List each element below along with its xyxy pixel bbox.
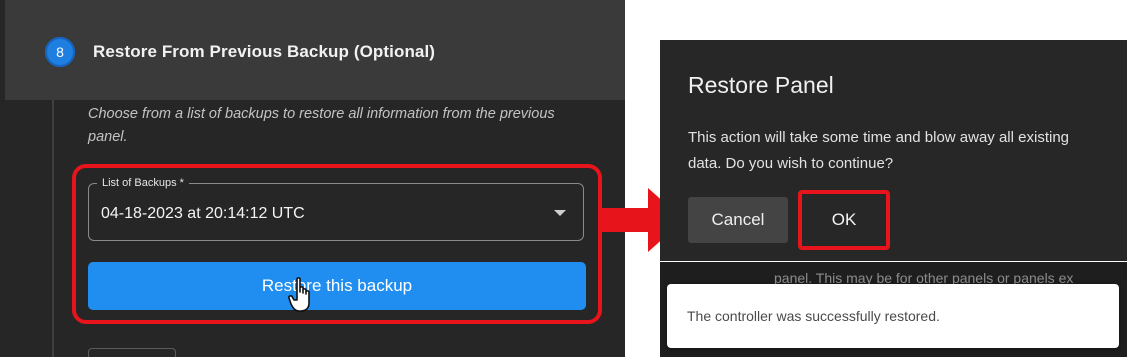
step-description: Choose from a list of backups to restore…	[88, 106, 555, 145]
dialog-title: Restore Panel	[688, 72, 834, 98]
ok-button-highlight	[798, 190, 890, 250]
dialog-message: This action will take some time and blow…	[688, 129, 1069, 172]
step-header[interactable]: 8 Restore From Previous Backup (Optional…	[5, 0, 625, 100]
step-title: Restore From Previous Backup (Optional)	[93, 42, 436, 61]
step-number-badge: 8	[45, 37, 75, 67]
select-and-restore-highlight	[72, 164, 602, 324]
restore-step-panel: 8 Restore From Previous Backup (Optional…	[0, 0, 625, 357]
cancel-button[interactable]: Cancel	[688, 197, 788, 243]
restore-panel-dialog: Restore Panel This action will take some…	[660, 40, 1127, 261]
success-toast: The controller was successfully restored…	[667, 284, 1119, 348]
next-control-edge	[88, 348, 176, 357]
toast-message: The controller was successfully restored…	[687, 308, 940, 324]
